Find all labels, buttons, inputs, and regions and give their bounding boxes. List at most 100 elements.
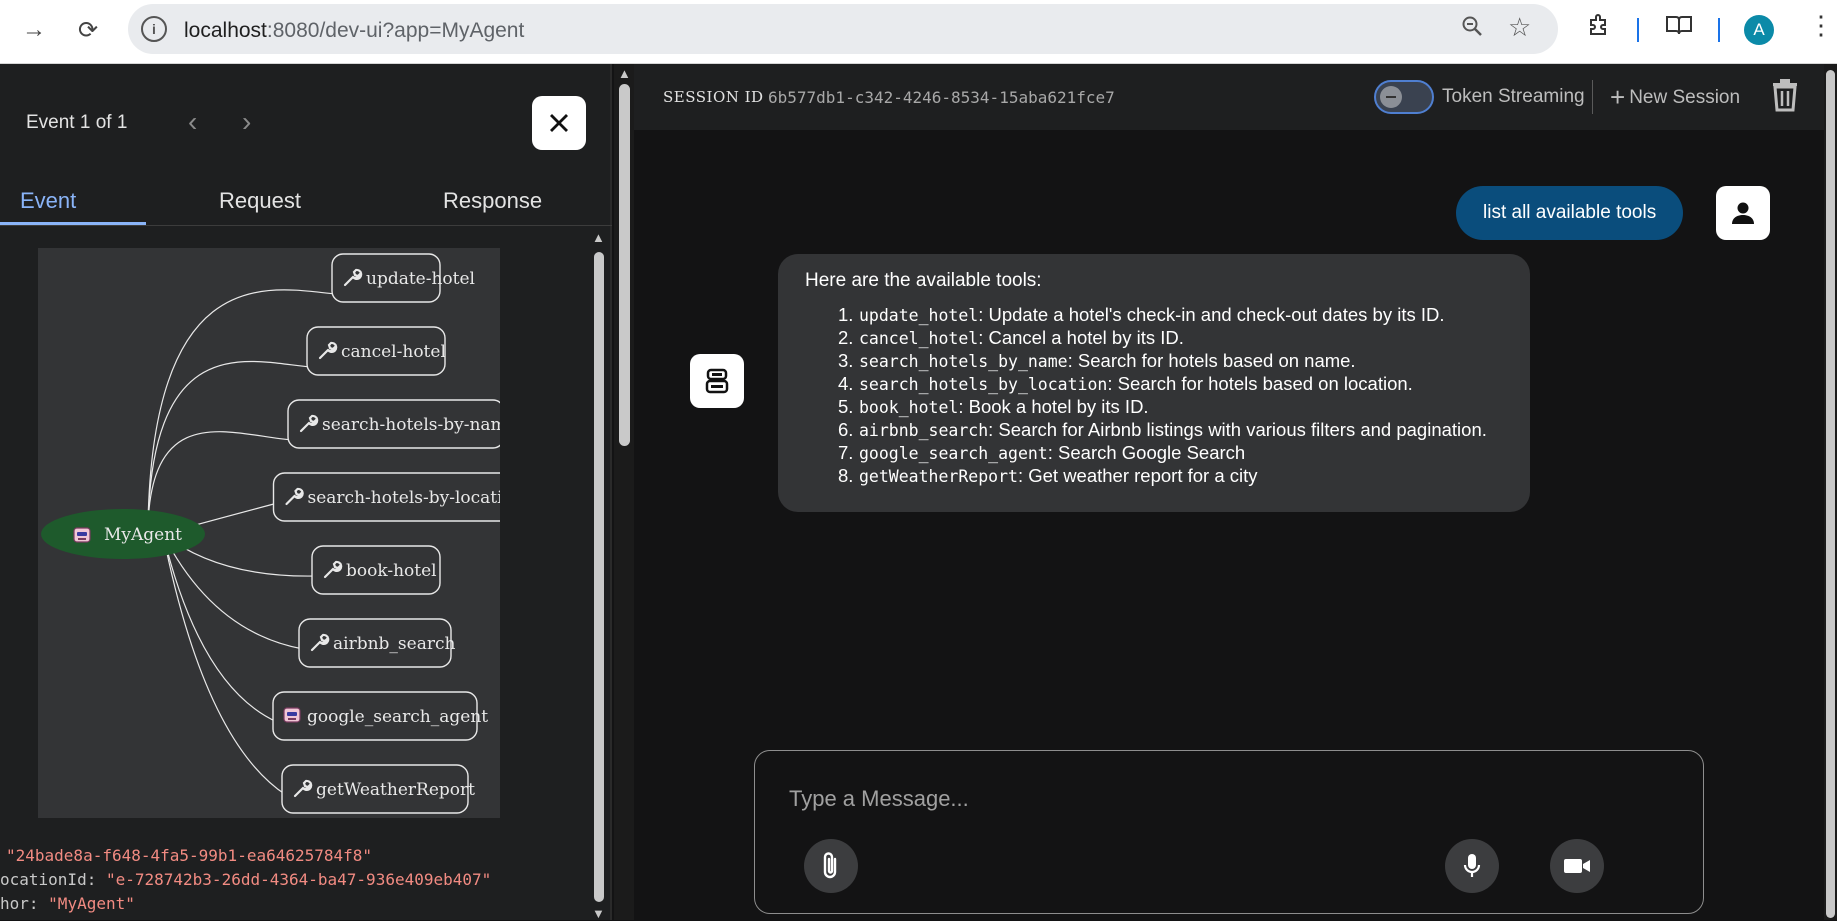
event-counter: Event 1 of 1 [26, 112, 128, 133]
site-info-icon[interactable]: i [141, 16, 167, 42]
agent-graph-svg: MyAgent update-hotel cancel-hotel search-h… [41, 253, 501, 814]
left-panel-scrollbar[interactable]: ▲ [614, 64, 634, 920]
extensions-icon[interactable] [1586, 12, 1612, 45]
root-node-label: MyAgent [104, 525, 182, 545]
event-panel: Event 1 of 1 ‹ › Event Request Response … [0, 64, 612, 921]
paperclip-icon [823, 852, 837, 879]
session-id-value: 6b577db1-c342-4246-8534-15aba621fce7 [768, 88, 1115, 107]
token-streaming-label: Token Streaming [1442, 86, 1585, 107]
graph-tool-node[interactable]: update-hotel [331, 253, 475, 303]
chat-panel: SESSION ID 6b577db1-c342-4246-8534-15aba… [634, 64, 1824, 920]
video-camera-icon [1564, 859, 1590, 873]
toolbar-divider [1718, 18, 1720, 42]
robot-icon [705, 368, 729, 394]
graph-tool-node[interactable]: search-hotels-by-name [287, 399, 500, 449]
graph-node-label: google_search_agent [307, 707, 488, 727]
url-path: :8080/dev-ui?app=MyAgent [266, 19, 525, 42]
graph-root-node: MyAgent [41, 509, 205, 559]
graph-tool-node[interactable]: getWeatherReport [281, 764, 475, 814]
json-line: hor: "MyAgent" [0, 892, 600, 916]
graph-tool-nodes: update-hotel cancel-hotel search-hotels-by… [272, 253, 501, 814]
profile-avatar[interactable]: A [1744, 15, 1774, 45]
graph-tool-node[interactable]: search-hotels-by-location [272, 472, 501, 522]
new-session-label: New Session [1629, 87, 1741, 108]
microphone-button[interactable] [1445, 839, 1499, 893]
forward-icon[interactable]: → [16, 12, 52, 48]
reload-icon[interactable]: ⟳ [70, 12, 106, 48]
json-value: "e-728742b3-26dd-4364-ba47-936e409eb407" [105, 870, 492, 889]
json-line: ocationId: "e-728742b3-26dd-4364-ba47-93… [0, 868, 600, 892]
scrollbar-thumb[interactable] [594, 252, 604, 902]
graph-tool-node[interactable]: google_search_agent [272, 691, 488, 741]
close-icon [550, 114, 568, 132]
previous-event-icon[interactable]: ‹ [188, 106, 197, 138]
address-bar[interactable]: i localhost:8080/dev-ui?app=MyAgent ☆ [128, 4, 1558, 54]
event-tabs: Event Request Response [0, 174, 612, 226]
graph-tool-node[interactable]: cancel-hotel [306, 326, 446, 376]
video-button[interactable] [1550, 839, 1604, 893]
scrollbar-thumb[interactable] [1826, 70, 1835, 918]
robot-icon [283, 707, 301, 723]
url-host: localhost [184, 19, 267, 42]
graph-node-label: cancel-hotel [341, 342, 446, 362]
page-scrollbar[interactable] [1824, 64, 1837, 920]
bot-message-intro: Here are the available tools: [805, 270, 1042, 291]
attach-button[interactable] [804, 839, 858, 893]
scroll-down-arrow-icon[interactable]: ▼ [592, 906, 605, 921]
zoom-icon[interactable] [1460, 14, 1484, 45]
person-icon [1732, 202, 1754, 224]
tab-request[interactable]: Request [219, 188, 301, 214]
session-header: SESSION ID 6b577db1-c342-4246-8534-15aba… [634, 64, 1824, 130]
graph-edge [162, 533, 278, 723]
list-item: 7. google_search_agent: Search Google Sea… [838, 442, 1246, 463]
event-panel-scrollbar[interactable]: ▲ ▼ [590, 230, 606, 921]
scroll-up-arrow-icon[interactable]: ▲ [618, 66, 631, 81]
list-item: 1. update_hotel: Update a hotel's check-i… [838, 304, 1445, 325]
graph-tool-node[interactable]: airbnb_search [298, 618, 455, 668]
tab-response[interactable]: Response [443, 188, 542, 214]
graph-tool-node[interactable]: book-hotel [311, 545, 441, 595]
browser-menu-icon[interactable]: ⋮ [1808, 10, 1834, 41]
message-input[interactable] [789, 781, 1669, 817]
scrollbar-thumb[interactable] [619, 84, 630, 446]
browser-toolbar: → ⟳ i localhost:8080/dev-ui?app=MyAgent … [0, 0, 1837, 64]
next-event-icon[interactable]: › [242, 106, 251, 138]
list-item: 3. search_hotels_by_name: Search for hote… [838, 350, 1356, 371]
microphone-icon [1463, 854, 1481, 877]
scroll-up-arrow-icon[interactable]: ▲ [592, 230, 605, 245]
list-item: 4. search_hotels_by_location: Search for … [838, 373, 1413, 394]
json-value: "24bade8a-f648-4fa5-99b1-ea64625784f8" [6, 846, 373, 865]
json-value: "MyAgent" [48, 894, 135, 913]
header-divider [1592, 80, 1593, 114]
event-json: "24bade8a-f648-4fa5-99b1-ea64625784f8" o… [0, 844, 600, 916]
graph-edge [147, 431, 293, 525]
bot-avatar [690, 354, 744, 408]
toolbar-divider [1637, 18, 1639, 42]
list-item: 6. airbnb_search: Search for Airbnb listi… [838, 419, 1487, 440]
json-key: ocationId: [0, 870, 97, 889]
robot-icon [73, 527, 91, 543]
session-id-label: SESSION ID [663, 88, 764, 106]
list-item: 5. book_hotel: Book a hotel by its ID. [838, 396, 1149, 417]
list-item: 8. getWeatherReport: Get weather report f… [838, 465, 1258, 486]
close-panel-button[interactable] [532, 96, 586, 150]
graph-edge [162, 533, 304, 650]
new-session-button[interactable]: + New Session [1610, 82, 1740, 113]
graph-node-label: update-hotel [366, 269, 475, 289]
active-tab-indicator [0, 222, 146, 225]
token-streaming-toggle[interactable] [1374, 80, 1434, 114]
message-composer [754, 750, 1704, 914]
reading-list-icon[interactable] [1664, 12, 1694, 45]
json-key: hor: [0, 894, 39, 913]
user-avatar [1716, 186, 1770, 240]
graph-node-label: search-hotels-by-location [308, 488, 501, 508]
graph-node-label: airbnb_search [333, 634, 455, 654]
tab-event[interactable]: Event [20, 188, 76, 214]
list-item: 2. cancel_hotel: Cancel a hotel by its ID… [838, 327, 1184, 348]
delete-session-icon[interactable] [1770, 78, 1800, 114]
bookmark-star-icon[interactable]: ☆ [1508, 12, 1531, 43]
url-text[interactable]: localhost:8080/dev-ui?app=MyAgent [184, 19, 524, 43]
bot-message-bubble: Here are the available tools: 1. update_h… [778, 254, 1530, 512]
graph-node-label: getWeatherReport [316, 780, 475, 800]
graph-node-label: search-hotels-by-name [322, 415, 500, 435]
